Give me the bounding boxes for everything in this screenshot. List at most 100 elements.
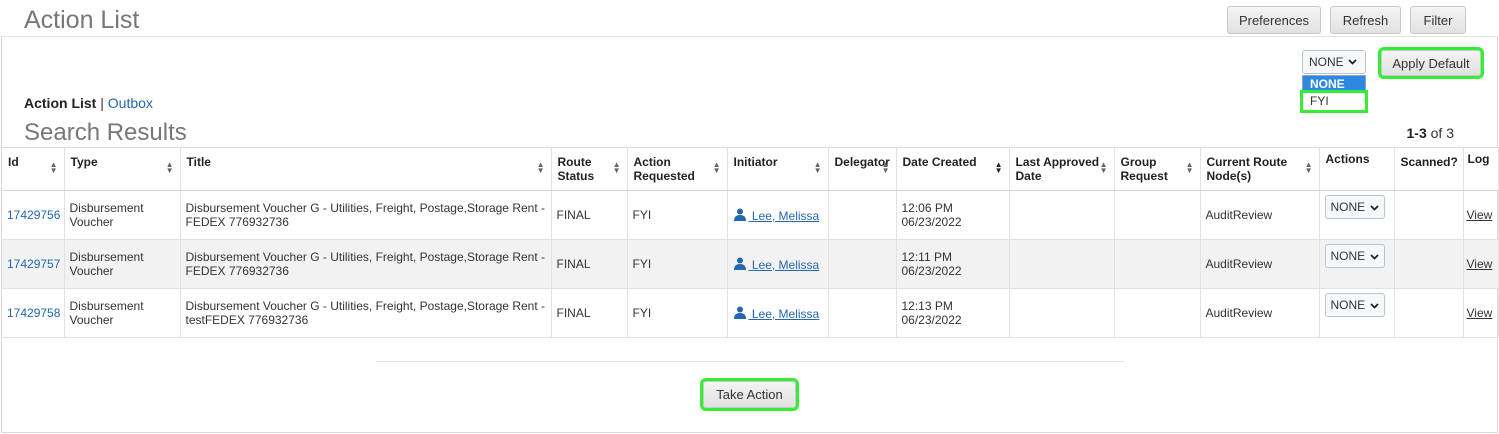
column-header-scanned: Scanned? — [1394, 147, 1464, 191]
sort-icon: ▲ ▼ — [1099, 160, 1108, 175]
cell-group-request — [1114, 239, 1201, 289]
sort-icon: ▲ ▼ — [712, 160, 721, 175]
refresh-button[interactable]: Refresh — [1330, 6, 1401, 34]
cell-last-approved-date — [1009, 288, 1115, 338]
column-label: Initiator — [733, 155, 778, 169]
document-id-link[interactable]: 17429756 — [7, 208, 60, 222]
results-count: 1-3 of 3 — [1407, 125, 1454, 141]
column-label: Actions — [1325, 152, 1370, 166]
chevron-down-icon — [1370, 249, 1379, 263]
cell-action-requested: FYI — [627, 288, 728, 338]
default-action-select[interactable]: NONE — [1302, 50, 1366, 74]
row-action-select[interactable]: NONE — [1324, 195, 1386, 219]
initiator-link[interactable]: Lee, Melissa — [733, 306, 820, 321]
cell-type: Disbursement Voucher — [64, 288, 181, 338]
action-list-tabs: Action List | Outbox — [24, 95, 153, 111]
cell-type: Disbursement Voucher — [64, 239, 181, 289]
column-header-group-request[interactable]: Group Request ▲ ▼ — [1114, 147, 1201, 191]
cell-id: 17429756 — [2, 190, 65, 240]
filter-button[interactable]: Filter — [1410, 6, 1466, 34]
cell-delegator — [828, 190, 897, 240]
take-action-button[interactable]: Take Action — [700, 378, 799, 411]
column-label: Current Route Node(s) — [1206, 155, 1288, 183]
sort-icon: ▲ ▼ — [536, 160, 545, 175]
cell-delegator — [828, 288, 897, 338]
row-action-select[interactable]: NONE — [1324, 293, 1386, 317]
cell-log: View — [1463, 190, 1499, 240]
dropdown-option-fyi[interactable]: FYI — [1300, 90, 1368, 113]
cell-log: View — [1463, 239, 1499, 289]
apply-default-button[interactable]: Apply Default — [1378, 47, 1484, 79]
column-label: Id — [8, 155, 19, 169]
column-label: Title — [186, 155, 211, 169]
initiator-name: Lee, Melissa — [751, 257, 820, 272]
cell-route-status: FINAL — [551, 190, 628, 240]
cell-action-requested: FYI — [627, 190, 728, 240]
table-row: 17429758 Disbursement Voucher Disburseme… — [2, 288, 1499, 338]
document-id-link[interactable]: 17429758 — [7, 306, 60, 320]
column-label: Scanned? — [1400, 155, 1458, 169]
column-header-type[interactable]: Type ▲ ▼ — [64, 147, 181, 191]
cell-type: Disbursement Voucher — [64, 190, 181, 240]
cell-route-status: FINAL — [551, 288, 628, 338]
log-view-link[interactable]: View — [1467, 306, 1493, 320]
page-title: Action List — [24, 6, 140, 34]
cell-delegator — [828, 239, 897, 289]
default-action-dropdown: NONE FYI — [1300, 75, 1368, 113]
person-icon — [733, 208, 747, 221]
cell-last-approved-date — [1009, 190, 1115, 240]
initiator-link[interactable]: Lee, Melissa — [733, 257, 820, 272]
log-view-link[interactable]: View — [1467, 257, 1493, 271]
column-header-last-approved-date[interactable]: Last Approved Date ▲ ▼ — [1009, 147, 1115, 191]
sort-icon: ▲ ▼ — [612, 160, 621, 175]
sort-icon: ▲ ▼ — [49, 160, 58, 175]
column-header-id[interactable]: Id ▲ ▼ — [2, 147, 65, 191]
cell-date-created: 12:11 PM 06/23/2022 — [896, 239, 1010, 289]
preferences-button[interactable]: Preferences — [1227, 6, 1321, 34]
column-label: Action Requested — [633, 155, 695, 183]
column-header-current-route-node[interactable]: Current Route Node(s) ▲ ▼ — [1200, 147, 1320, 191]
column-label: Last Approved Date — [1015, 155, 1100, 183]
column-header-date-created[interactable]: Date Created ▲ ▼ — [896, 147, 1010, 191]
column-header-route-status[interactable]: Route Status ▲ ▼ — [551, 147, 628, 191]
date-created-date: 06/23/2022 — [901, 264, 962, 278]
column-header-initiator[interactable]: Initiator ▲ ▼ — [727, 147, 829, 191]
date-created-time: 12:13 PM — [901, 299, 953, 313]
table-row: 17429757 Disbursement Voucher Disburseme… — [2, 239, 1499, 289]
cell-actions: NONE — [1319, 239, 1395, 289]
date-created-date: 06/23/2022 — [901, 215, 962, 229]
column-header-title[interactable]: Title ▲ ▼ — [180, 147, 552, 191]
cell-route-status: FINAL — [551, 239, 628, 289]
default-action-value: NONE — [1309, 55, 1344, 69]
date-created-time: 12:06 PM — [901, 201, 953, 215]
cell-scanned — [1394, 288, 1464, 338]
sort-icon: ▲ ▼ — [1185, 160, 1194, 175]
results-range: 1-3 — [1406, 125, 1427, 141]
cell-id: 17429757 — [2, 239, 65, 289]
cell-route-node: AuditReview — [1200, 288, 1320, 338]
tab-action-list[interactable]: Action List — [24, 95, 96, 111]
cell-route-node: AuditReview — [1200, 190, 1320, 240]
search-results-title: Search Results — [24, 119, 187, 146]
initiator-link[interactable]: Lee, Melissa — [733, 208, 820, 223]
date-created-time: 12:11 PM — [901, 250, 952, 264]
row-action-value: NONE — [1330, 249, 1366, 263]
cell-scanned — [1394, 190, 1464, 240]
column-label: Group Request — [1120, 155, 1168, 183]
sort-icon: ▲ ▼ — [1304, 160, 1313, 175]
log-view-link[interactable]: View — [1467, 208, 1493, 222]
column-header-action-requested[interactable]: Action Requested ▲ ▼ — [627, 147, 728, 191]
column-header-log: Log — [1463, 147, 1499, 191]
sort-icon: ▲ ▼ — [813, 160, 822, 175]
column-header-delegator[interactable]: Delegator ▲ ▼ — [828, 147, 897, 191]
initiator-name: Lee, Melissa — [751, 306, 820, 321]
tab-outbox[interactable]: Outbox — [108, 95, 153, 111]
document-id-link[interactable]: 17429757 — [7, 257, 60, 271]
row-action-value: NONE — [1330, 200, 1366, 214]
footer-divider — [376, 361, 1124, 362]
initiator-name: Lee, Melissa — [751, 208, 820, 223]
row-action-select[interactable]: NONE — [1324, 244, 1386, 268]
cell-group-request — [1114, 190, 1201, 240]
cell-route-node: AuditReview — [1200, 239, 1320, 289]
dropdown-option-none[interactable]: NONE — [1303, 76, 1365, 93]
